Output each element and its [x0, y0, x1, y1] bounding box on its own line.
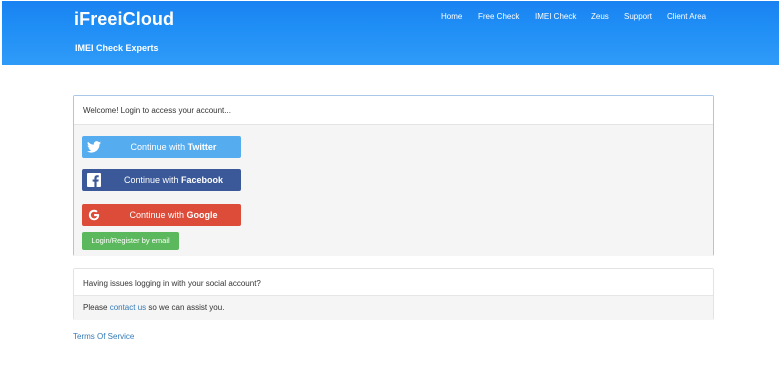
google-button-prefix: Continue with [129, 210, 187, 220]
nav-zeus[interactable]: Zeus [591, 12, 609, 21]
nav-free-check[interactable]: Free Check [478, 12, 519, 21]
nav-imei-check[interactable]: IMEI Check [535, 12, 576, 21]
nav-client-area[interactable]: Client Area [667, 12, 706, 21]
help-question: Having issues logging in with your socia… [74, 269, 713, 296]
nav-home[interactable]: Home [441, 12, 462, 21]
continue-with-twitter-button[interactable]: Continue with Twitter [82, 136, 241, 158]
login-panel: Welcome! Login to access your account...… [73, 95, 714, 256]
site-header: iFreeiCloud IMEI Check Experts Home Free… [2, 1, 779, 65]
login-welcome-text: Welcome! Login to access your account... [74, 96, 713, 125]
google-button-label: Google [186, 210, 218, 220]
help-contact-text: Please contact us so we can assist you. [74, 296, 713, 320]
twitter-button-prefix: Continue with [130, 142, 188, 152]
login-options: Continue with Twitter Continue with Face… [74, 125, 713, 256]
main-nav: Home Free Check IMEI Check Zeus Support … [2, 12, 779, 24]
facebook-button-prefix: Continue with [123, 175, 182, 185]
contact-us-link[interactable]: contact us [110, 303, 146, 312]
brand-tagline: IMEI Check Experts [75, 43, 159, 53]
help-assist-text: so we can assist you. [146, 303, 225, 312]
help-panel: Having issues logging in with your socia… [73, 268, 714, 320]
twitter-button-label: Twitter [187, 142, 217, 152]
continue-with-google-button[interactable]: Continue with Google [82, 204, 241, 226]
continue-with-facebook-button[interactable]: Continue with Facebook [82, 169, 241, 191]
terms-of-service-link[interactable]: Terms Of Service [73, 332, 134, 341]
help-please-text: Please [83, 303, 110, 312]
nav-support[interactable]: Support [624, 12, 652, 21]
facebook-f-icon [86, 172, 102, 188]
twitter-bird-icon [86, 139, 102, 155]
facebook-button-label: Facebook [181, 175, 224, 185]
login-register-email-button[interactable]: Login/Register by email [82, 232, 179, 250]
google-g-icon [86, 207, 102, 223]
